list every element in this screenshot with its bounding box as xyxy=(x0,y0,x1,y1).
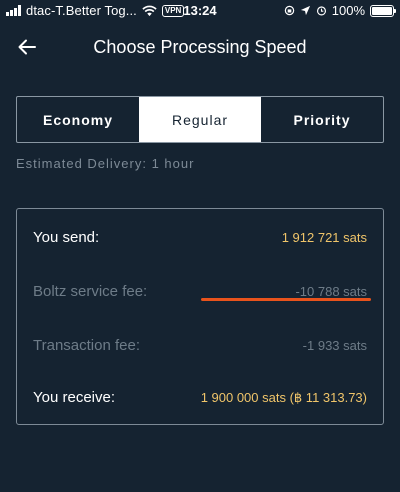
send-label: You send: xyxy=(33,229,100,246)
alarm-icon xyxy=(316,6,326,16)
battery-icon xyxy=(370,4,396,17)
annotation-underline xyxy=(201,298,371,301)
receive-value: 1 900 000 sats (฿ 11 313.73) xyxy=(200,390,367,405)
speed-option-economy[interactable]: Economy xyxy=(17,97,139,142)
boltz-fee-label: Boltz service fee: xyxy=(33,283,148,300)
page-title: Choose Processing Speed xyxy=(93,37,307,57)
orientation-lock-icon xyxy=(284,5,294,16)
transaction-fee-value: -1 933 sats xyxy=(302,338,367,353)
speed-selector: Economy Regular Priority xyxy=(16,96,384,143)
fee-row-transaction: Transaction fee: -1 933 sats xyxy=(33,337,367,357)
fee-row-send: You send: 1 912 721 sats xyxy=(33,229,367,249)
status-bar: dtac-T.Better Tog... VPN 13:24 100% xyxy=(0,0,400,22)
transaction-fee-label: Transaction fee: xyxy=(33,337,140,354)
estimated-delivery: Estimated Delivery: 1 hour xyxy=(16,156,195,171)
status-right: 100% xyxy=(284,3,396,18)
speed-option-priority[interactable]: Priority xyxy=(261,97,383,142)
location-icon xyxy=(300,5,310,16)
fee-row-receive: You receive: 1 900 000 sats (฿ 11 313.73… xyxy=(33,389,367,409)
boltz-fee-value: -10 788 sats xyxy=(295,284,367,299)
battery-percent: 100% xyxy=(331,3,365,18)
speed-option-regular[interactable]: Regular xyxy=(139,97,261,142)
header: Choose Processing Speed xyxy=(0,28,400,68)
fee-summary-card: You send: 1 912 721 sats Boltz service f… xyxy=(16,208,384,425)
receive-label: You receive: xyxy=(33,389,116,406)
send-value: 1 912 721 sats xyxy=(281,230,367,245)
